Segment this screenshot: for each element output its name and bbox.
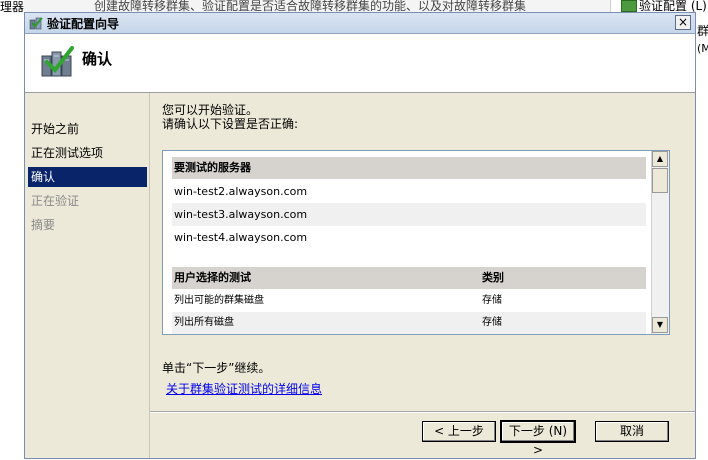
next-button[interactable]: 下一步 (N) > — [500, 420, 576, 457]
settings-list[interactable]: 要测试的服务器 win-test2.alwayson.com win-test3… — [162, 150, 670, 335]
tests-section-heading: 用户选择的测试 类别 — [172, 267, 646, 289]
test-name: 列出所有磁盘 — [174, 317, 234, 328]
scroll-thumb[interactable] — [652, 168, 668, 193]
window-title: 验证配置向导 — [47, 17, 120, 31]
wizard-header: 确认 — [25, 34, 695, 93]
step-before-you-begin[interactable]: 开始之前 — [28, 119, 147, 139]
footer-divider — [150, 411, 695, 413]
page-title: 确认 — [82, 50, 113, 68]
scroll-up-icon[interactable]: ▲ — [652, 151, 668, 167]
test-row: 列出所有磁盘 存储 — [172, 312, 646, 334]
scroll-down-icon[interactable]: ▼ — [652, 317, 668, 333]
wizard-steps-sidebar: 开始之前 正在测试选项 确认 正在验证 摘要 — [25, 93, 149, 458]
servers-check-icon — [41, 46, 74, 77]
background-action-text: 群 — [697, 24, 708, 38]
step-testing-options[interactable]: 正在测试选项 — [28, 143, 147, 163]
step-confirmation[interactable]: 确认 — [28, 167, 147, 187]
settings-list-content: 要测试的服务器 win-test2.alwayson.com win-test3… — [163, 151, 653, 334]
test-row: 列出可能的群集磁盘 存储 — [172, 290, 646, 312]
more-info-link[interactable]: 关于群集验证测试的详细信息 — [166, 380, 322, 397]
confirm-instruction: 请确认以下设置是否正确: — [162, 117, 299, 131]
step-validating: 正在验证 — [31, 194, 80, 208]
cancel-button[interactable]: 取消 — [595, 421, 669, 442]
servers-section-heading: 要测试的服务器 — [172, 157, 646, 179]
close-button[interactable]: × — [675, 15, 691, 30]
wizard-icon — [29, 17, 43, 30]
step-summary: 摘要 — [31, 218, 56, 232]
continue-instruction: 单击“下一步”继续。 — [162, 361, 271, 375]
validate-config-wizard: 验证配置向导 × 确认 开始之前 正在测试选项 确认 正在验证 摘要 您可以开始… — [24, 12, 696, 459]
background-action-text-2: (M) — [697, 42, 708, 55]
wizard-content: 您可以开始验证。 请确认以下设置是否正确: 要测试的服务器 win-test2.… — [149, 93, 695, 458]
test-name: 列出可能的群集磁盘 — [174, 295, 264, 306]
back-button[interactable]: < 上一步 — [422, 421, 496, 442]
test-category: 存储 — [482, 317, 502, 328]
tests-category-heading: 类别 — [482, 271, 504, 284]
server-row: win-test2.alwayson.com — [174, 185, 308, 198]
test-category: 存储 — [482, 295, 502, 306]
title-bar[interactable]: 验证配置向导 × — [25, 13, 695, 34]
vertical-scrollbar[interactable]: ▲ ▼ — [651, 151, 669, 334]
server-row: win-test3.alwayson.com — [172, 203, 646, 226]
tests-name-heading: 用户选择的测试 — [174, 271, 251, 284]
validate-icon — [621, 0, 637, 12]
background-left-label: 理器 — [0, 0, 25, 14]
server-row: win-test4.alwayson.com — [174, 231, 308, 244]
